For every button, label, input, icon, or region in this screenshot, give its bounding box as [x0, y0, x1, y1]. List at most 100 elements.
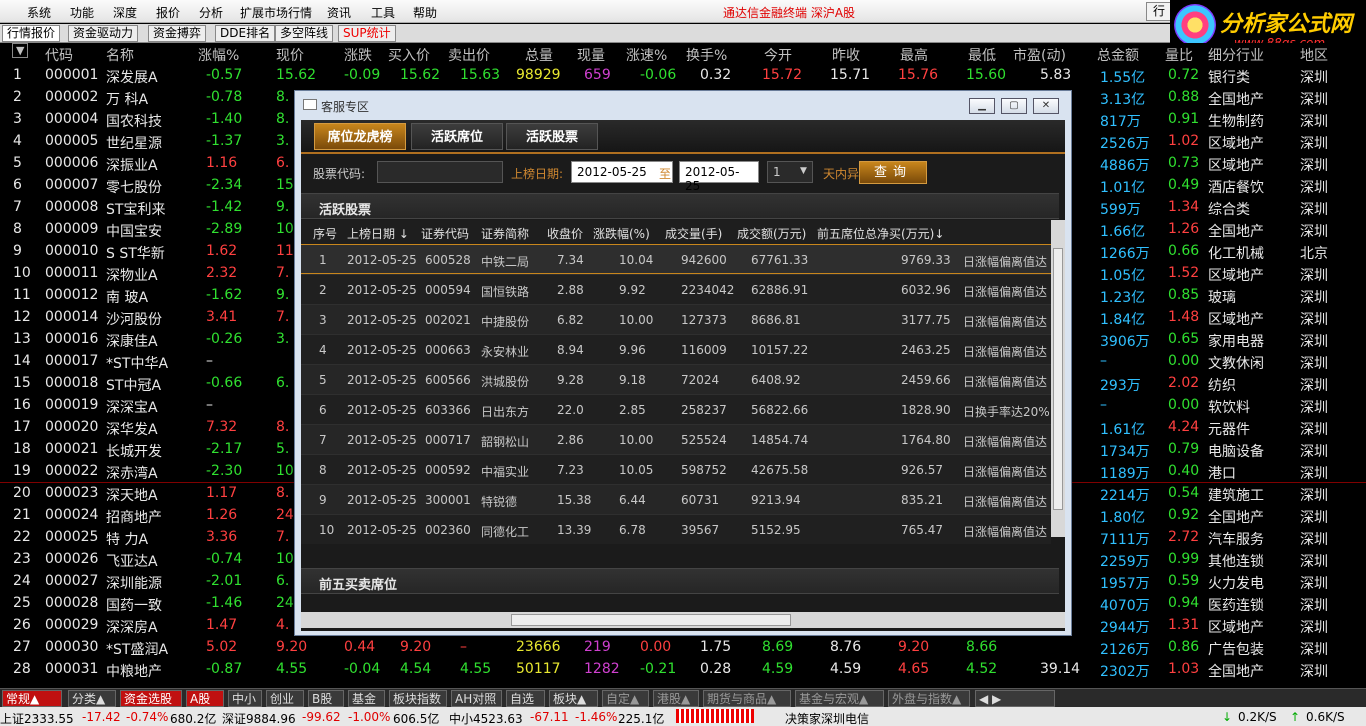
date-to-input[interactable]: 2012-05-25 [679, 161, 759, 193]
col-pct[interactable]: 涨跌幅(%) [593, 225, 650, 242]
col-region[interactable]: 地区 [1300, 45, 1328, 65]
list-item[interactable]: 6 2012-05-25 603366 日出东方 22.0 2.85 258237 56822… [301, 394, 1051, 424]
table-row[interactable]: 27 000030 *ST盛润A 5.02 9.20 0.44 9.20 – 23666 219 0… [0, 637, 1366, 659]
minimize-button[interactable]: ▁ [969, 98, 995, 114]
bottom-tab-2[interactable]: 资金选股 [120, 690, 182, 707]
tab-quotes[interactable]: 行情报价 [2, 25, 61, 42]
bottom-tab-9[interactable]: AH对照 [451, 690, 502, 707]
list-item[interactable]: 7 2012-05-25 000717 韶钢松山 2.86 10.00 525524 1485… [301, 424, 1051, 454]
list-item[interactable]: 1 2012-05-25 600528 中铁二局 7.34 10.04 942600 6776… [301, 244, 1051, 274]
tab-sup-stats[interactable]: SUP统计 [338, 25, 396, 42]
menu-tools[interactable]: 工具 [371, 4, 395, 21]
bottom-tab-10[interactable]: 自选 [506, 690, 545, 707]
col-sec-name[interactable]: 证券简称 [481, 225, 529, 242]
bottom-tab-15[interactable]: 基金与宏观▲ [795, 690, 884, 707]
col-bid[interactable]: 买入价 [388, 45, 430, 65]
list-item[interactable]: 9 2012-05-25 300001 特锐德 15.38 6.44 60731 9213.9… [301, 484, 1051, 514]
col-amt[interactable]: 成交额(万元) [737, 225, 806, 242]
date-from-input[interactable]: 2012-05-25 [571, 161, 673, 183]
horizontal-scroll-thumb[interactable] [511, 614, 791, 626]
menu-system[interactable]: 系统 [27, 4, 51, 21]
bottom-tab-6[interactable]: B股 [308, 690, 344, 707]
col-sec-code[interactable]: 证券代码 [421, 225, 469, 242]
tab-dde-rank[interactable]: DDE排名 [215, 25, 276, 42]
industry: 全国地产 [1208, 92, 1264, 108]
col-vol[interactable]: 成交量(手) [665, 225, 722, 242]
zx-index[interactable]: 中小4523.63 [449, 710, 523, 726]
col-turnover[interactable]: 换手% [686, 45, 727, 65]
col-volume-ratio[interactable]: 量比 [1165, 45, 1193, 65]
tab-scroll-arrows[interactable]: ◀ ▶ [975, 690, 1055, 707]
menu-analysis[interactable]: 分析 [199, 4, 223, 21]
bottom-tab-14[interactable]: 期货与商品▲ [703, 690, 791, 707]
menu-depth[interactable]: 深度 [113, 4, 137, 21]
col-open[interactable]: 今开 [764, 45, 792, 65]
vertical-scrollbar[interactable] [1051, 220, 1065, 537]
close-button[interactable]: ✕ [1033, 98, 1059, 114]
col-amount[interactable]: 总金额 [1097, 45, 1139, 65]
bottom-tab-8[interactable]: 板块指数 [389, 690, 447, 707]
region: 深圳 [1300, 510, 1328, 526]
col-close[interactable]: 收盘价 [547, 225, 583, 242]
menu-extended-market[interactable]: 扩展市场行情 [240, 4, 312, 21]
list-item[interactable]: 3 2012-05-25 002021 中捷股份 6.82 10.00 127373 8686… [301, 304, 1051, 334]
col-speed[interactable]: 涨速% [626, 45, 667, 65]
col-ask[interactable]: 卖出价 [448, 45, 490, 65]
list-item[interactable]: 2 2012-05-25 000594 国恒铁路 2.88 9.92 2234042 6288… [301, 274, 1051, 304]
table-row[interactable]: 1 000001 深发展A -0.57 15.62 -0.09 15.62 15.63 9892… [0, 65, 1366, 87]
col-change-pct[interactable]: 涨幅% [198, 45, 239, 65]
stock-code-input[interactable] [377, 161, 503, 183]
horizontal-scrollbar[interactable] [301, 612, 1065, 628]
bottom-tab-3[interactable]: A股 [186, 690, 224, 707]
stock-code: 000023 [45, 485, 99, 501]
query-button[interactable]: 查询 [859, 161, 927, 184]
bottom-tab-11[interactable]: 板块▲ [549, 690, 598, 707]
menu-function[interactable]: 功能 [70, 4, 94, 21]
bottom-tab-1[interactable]: 分类▲ [68, 690, 116, 707]
bottom-tab-4[interactable]: 中小 [228, 690, 262, 707]
sh-index[interactable]: 上证2333.55 [0, 710, 74, 726]
seq: 9 [319, 493, 327, 507]
table-row[interactable]: 28 000031 中粮地产 -0.87 4.55 -0.04 4.54 4.55 50117 1… [0, 659, 1366, 681]
list-item[interactable]: 8 2012-05-25 000592 中福实业 7.23 10.05 598752 4267… [301, 454, 1051, 484]
tab-active-stocks[interactable]: 活跃股票 [506, 123, 598, 150]
col-seq[interactable]: 序号 [313, 225, 337, 242]
tab-fund-game[interactable]: 资金搏弈 [148, 25, 207, 42]
list-item[interactable]: 10 2012-05-25 002360 同德化工 13.39 6.78 39567 5152… [301, 514, 1051, 544]
col-price[interactable]: 现价 [276, 45, 304, 65]
col-industry[interactable]: 细分行业 [1208, 45, 1264, 65]
quote-window-button[interactable]: 行 [1146, 2, 1172, 21]
bottom-tab-13[interactable]: 港股▲ [653, 690, 699, 707]
menu-quote[interactable]: 报价 [156, 4, 180, 21]
menu-help[interactable]: 帮助 [413, 4, 437, 21]
col-change[interactable]: 涨跌 [344, 45, 372, 65]
days-select[interactable]: 1 ▼ [767, 161, 813, 183]
tab-seat-dragon-tiger[interactable]: 席位龙虎榜 [314, 123, 406, 150]
col-prev-close[interactable]: 昨收 [832, 45, 860, 65]
col-pe[interactable]: 市盈(动) [1013, 45, 1066, 65]
bottom-tab-7[interactable]: 基金 [348, 690, 385, 707]
col-current-volume[interactable]: 现量 [577, 45, 605, 65]
tab-bull-bear[interactable]: 多空阵线 [275, 25, 334, 42]
list-item[interactable]: 5 2012-05-25 600566 洪城股份 9.28 9.18 72024 6408.9… [301, 364, 1051, 394]
bottom-tab-0[interactable]: 常规▲ [2, 690, 62, 707]
col-volume[interactable]: 总量 [525, 45, 553, 65]
maximize-button[interactable]: ▢ [1001, 98, 1027, 114]
bottom-tab-16[interactable]: 外盘与指数▲ [888, 690, 970, 707]
bottom-tab-12[interactable]: 自定▲ [602, 690, 649, 707]
col-code[interactable]: 代码 [45, 45, 73, 65]
col-low[interactable]: 最低 [968, 45, 996, 65]
dialog-titlebar[interactable]: 客服专区 ▁ ▢ ✕ [295, 91, 1071, 118]
col-list-date[interactable]: 上榜日期 ↓ [347, 225, 409, 242]
col-net-buy[interactable]: 前五席位总净买(万元)↓ [817, 225, 944, 242]
tab-fund-drive[interactable]: 资金驱动力 [68, 25, 139, 42]
sz-index[interactable]: 深证9884.96 [222, 710, 296, 726]
menu-news[interactable]: 资讯 [327, 4, 351, 21]
list-item[interactable]: 4 2012-05-25 000663 永安林业 8.94 9.96 116009 10157… [301, 334, 1051, 364]
sort-menu-button[interactable]: ▼ [12, 43, 29, 58]
vertical-scroll-thumb[interactable] [1053, 248, 1063, 510]
col-high[interactable]: 最高 [900, 45, 928, 65]
tab-active-seats[interactable]: 活跃席位 [411, 123, 503, 150]
bottom-tab-5[interactable]: 创业 [266, 690, 304, 707]
col-name[interactable]: 名称 [106, 45, 134, 65]
